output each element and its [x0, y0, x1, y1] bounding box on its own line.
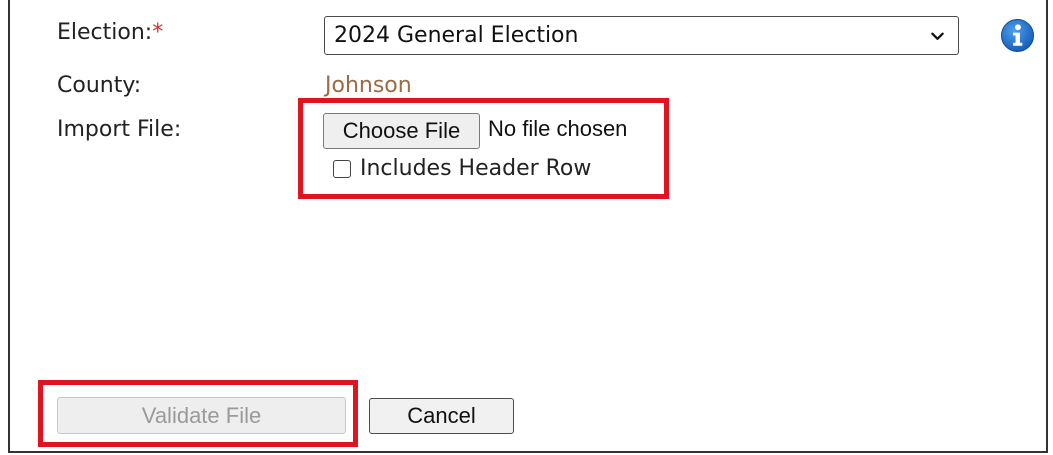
required-marker: *	[152, 20, 164, 45]
import-file-label: Import File:	[57, 117, 182, 142]
chevron-down-icon	[931, 32, 944, 40]
county-value: Johnson	[325, 73, 412, 98]
county-label: County:	[57, 73, 142, 98]
election-label: Election:*	[57, 20, 164, 45]
election-selected-value: 2024 General Election	[334, 23, 579, 48]
validate-file-button[interactable]: Validate File	[57, 397, 346, 434]
header-row-checkbox[interactable]	[333, 160, 351, 178]
choose-file-button[interactable]: Choose File	[323, 113, 480, 149]
election-select[interactable]: 2024 General Election	[324, 16, 959, 55]
cancel-button[interactable]: Cancel	[369, 398, 514, 434]
info-icon[interactable]	[1000, 18, 1035, 53]
no-file-status: No file chosen	[488, 116, 628, 141]
header-row-label[interactable]: Includes Header Row	[360, 156, 591, 181]
